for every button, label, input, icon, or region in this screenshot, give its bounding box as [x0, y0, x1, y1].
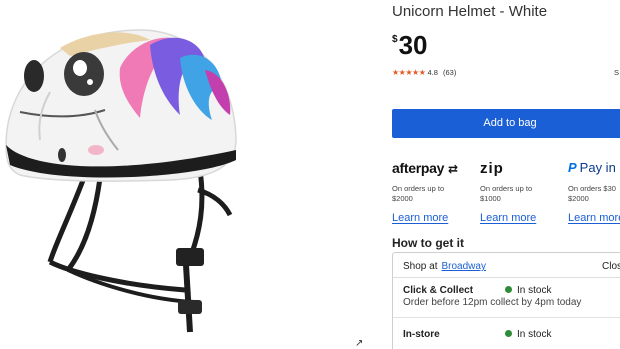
product-price: $30: [392, 30, 427, 61]
click-collect-label: Click & Collect: [403, 285, 474, 296]
review-count-link[interactable]: (63): [443, 68, 456, 77]
rating-value: 4.8: [427, 68, 438, 77]
rating-summary[interactable]: ★★★★★ 4.8 (63) S: [392, 68, 619, 77]
in-stock-dot-icon: [505, 286, 512, 293]
shop-at-label: Shop at: [403, 261, 438, 272]
afterpay-description: On orders up to $2000: [392, 184, 445, 203]
divider: [393, 317, 620, 318]
product-info-panel: Unicorn Helmet - White $30 ★★★★★ 4.8 (63…: [392, 0, 620, 349]
in-store-status: In stock: [505, 329, 551, 340]
payment-option-afterpay: afterpay ⇄ On orders up to $2000 Learn m…: [392, 160, 476, 226]
product-image: [0, 0, 370, 349]
paypal-icon: P: [568, 160, 577, 175]
zip-learn-more-link[interactable]: Learn more: [480, 212, 536, 224]
afterpay-learn-more-link[interactable]: Learn more: [392, 212, 448, 224]
in-store-label: In-store: [403, 329, 440, 340]
shop-at-row: Shop at Broadway: [403, 261, 486, 272]
cut-off-text: S: [614, 68, 620, 77]
expand-image-icon[interactable]: ↗: [355, 338, 363, 349]
product-title: Unicorn Helmet - White: [392, 3, 548, 20]
paypal-learn-more-link[interactable]: Learn more: [568, 212, 620, 224]
add-to-bag-button[interactable]: Add to bag: [392, 109, 620, 138]
store-close-link[interactable]: Clos: [602, 261, 620, 272]
payment-option-zip: zip On orders up to $1000 Learn more: [480, 160, 564, 226]
afterpay-logo: afterpay ⇄: [392, 160, 458, 176]
in-stock-dot-icon: [505, 330, 512, 337]
star-rating-icon: ★★★★★: [392, 68, 426, 77]
divider: [393, 277, 620, 278]
click-collect-status: In stock: [505, 285, 551, 296]
price-value: 30: [398, 30, 428, 60]
currency-symbol: $: [392, 34, 398, 45]
payment-option-paypal: P Pay in On orders $30 $2000 Learn more: [568, 160, 620, 226]
how-to-get-it-heading: How to get it: [392, 236, 464, 250]
zip-logo: zip: [480, 160, 504, 177]
click-collect-note: Order before 12pm collect by 4pm today: [403, 297, 582, 308]
paypal-description: On orders $30 $2000: [568, 184, 616, 203]
fulfilment-box: Shop at Broadway Clos Click & Collect In …: [392, 252, 620, 349]
store-link[interactable]: Broadway: [441, 261, 485, 272]
zip-description: On orders up to $1000: [480, 184, 533, 203]
helmet-illustration: [5, 29, 237, 333]
paypal-logo: P Pay in: [568, 160, 616, 175]
